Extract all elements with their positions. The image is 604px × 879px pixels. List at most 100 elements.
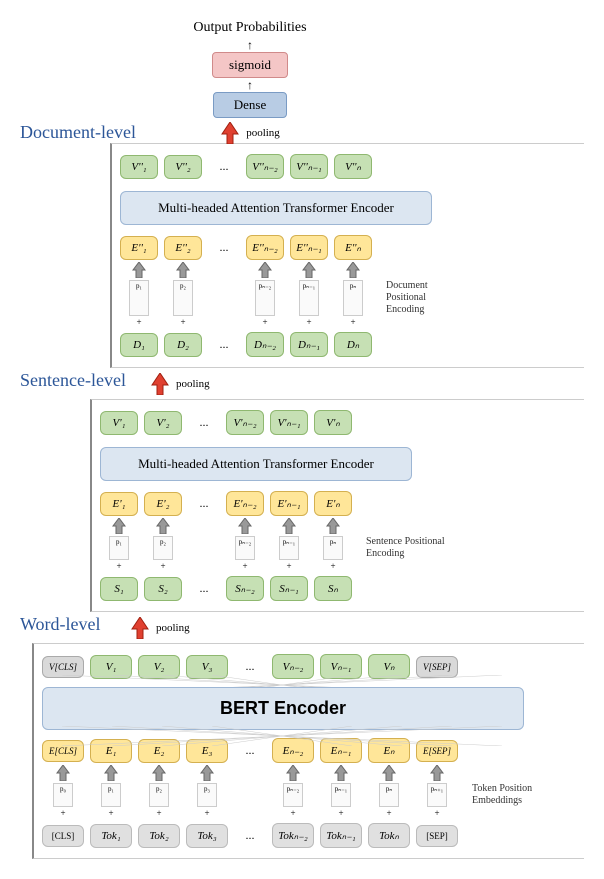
arrow-up-icon: ↑: [247, 80, 253, 90]
word-level-block: V[CLS] V₁ V₂ V₃ ... Vₙ₋₂ Vₙ₋₁ Vₙ V[SEP] …: [32, 643, 584, 859]
tok-cell: Tokₙ: [368, 823, 410, 848]
v-cell: V'₁: [100, 411, 138, 435]
s-cell: S₂: [144, 577, 182, 601]
pe-box: pₙ₋₂: [255, 280, 275, 316]
v-cell: V''₂: [164, 155, 202, 179]
word-pe-row: p₀ p₁ p₂ p₃ pₙ₋₂ pₙ₋₁ pₙ pₙ₊₁ Token Posi…: [42, 783, 584, 807]
pe-box: pₙ₋₂: [235, 536, 255, 560]
pooling-label: pooling: [176, 378, 210, 390]
pooling-label: pooling: [246, 127, 280, 139]
e-cell: E''₂: [164, 236, 202, 260]
gray-arrow-up-icon: [282, 518, 296, 534]
d-cell: D₁: [120, 333, 158, 357]
sentence-level-block: V'₁ V'₂ ... V'ₙ₋₂ V'ₙ₋₁ V'ₙ Multi-headed…: [90, 399, 584, 612]
bert-encoder: BERT Encoder: [42, 687, 524, 730]
pe-box: p₁: [129, 280, 149, 316]
doc-pe-label: Document Positional Encoding: [386, 280, 466, 316]
gray-arrow-up-icon: [326, 518, 340, 534]
v-cell: V'ₙ: [314, 410, 352, 435]
red-arrow-up-icon: [130, 617, 150, 639]
arrow-row: [120, 262, 584, 278]
ellipsis: ...: [208, 159, 240, 174]
ellipsis: ...: [188, 415, 220, 430]
doc-d-row: D₁ D₂ ... Dₙ₋₂ Dₙ₋₁ Dₙ: [120, 332, 584, 357]
gray-arrow-up-icon: [56, 765, 70, 781]
architecture-diagram: Output Probabilities ↑ sigmoid ↑ Dense p…: [20, 20, 584, 859]
d-cell: D₂: [164, 333, 202, 357]
tok-cell: Tokₙ₋₂: [272, 823, 314, 848]
gray-arrow-up-icon: [104, 765, 118, 781]
e-cell: E''ₙ₋₁: [290, 235, 328, 260]
v-cell: V'₂: [144, 411, 182, 435]
pe-box: p₀: [53, 783, 73, 807]
red-arrow-up-icon: [220, 122, 240, 144]
sent-pe-label: Sentence Positional Encoding: [366, 536, 446, 560]
ellipsis: ...: [188, 581, 220, 596]
transformer-encoder: Multi-headed Attention Transformer Encod…: [100, 447, 412, 481]
pooling-row: pooling: [130, 617, 584, 639]
doc-e-row: E''₁ E''₂ ... E''ₙ₋₂ E''ₙ₋₁ E''ₙ: [120, 235, 584, 260]
red-arrow-up-icon: [150, 373, 170, 395]
pe-box: p₁: [101, 783, 121, 807]
gray-arrow-up-icon: [238, 518, 252, 534]
gray-arrow-up-icon: [152, 765, 166, 781]
gray-arrow-up-icon: [302, 262, 316, 278]
tok-pe-label: Token Position Embeddings: [472, 783, 542, 807]
ellipsis: ...: [208, 337, 240, 352]
pe-box: pₙ₊₁: [427, 783, 447, 807]
sent-v-row: V'₁ V'₂ ... V'ₙ₋₂ V'ₙ₋₁ V'ₙ: [100, 410, 584, 435]
document-level-label: Document-level: [20, 122, 584, 143]
tok-cell: Tok₁: [90, 824, 132, 848]
ellipsis: ...: [234, 659, 266, 674]
e-cell: E'ₙ: [314, 491, 352, 516]
s-cell: S₁: [100, 577, 138, 601]
pooling-label: pooling: [156, 622, 190, 634]
transformer-encoder: Multi-headed Attention Transformer Encod…: [120, 191, 432, 225]
d-cell: Dₙ: [334, 332, 372, 357]
sent-s-row: S₁ S₂ ... Sₙ₋₂ Sₙ₋₁ Sₙ: [100, 576, 584, 601]
gray-arrow-up-icon: [176, 262, 190, 278]
s-cell: Sₙ₋₁: [270, 576, 308, 601]
gray-arrow-up-icon: [200, 765, 214, 781]
v-cell: V''ₙ₋₂: [246, 154, 284, 179]
dense-box: Dense: [213, 92, 288, 118]
gray-arrow-up-icon: [430, 765, 444, 781]
e-cell: E''ₙ₋₂: [246, 235, 284, 260]
e-cell: E''₁: [120, 236, 158, 260]
e-cell: E''ₙ: [334, 235, 372, 260]
pe-box: p₃: [197, 783, 217, 807]
tok-cell: Tok₃: [186, 824, 228, 848]
ellipsis: ...: [234, 828, 266, 843]
s-cell: Sₙ: [314, 576, 352, 601]
arrow-row: [100, 518, 584, 534]
pe-box: pₙ: [343, 280, 363, 316]
sent-pe-row: p₁ p₂ pₙ₋₂ pₙ₋₁ pₙ Sentence Positional E…: [100, 536, 584, 560]
tok-cell: Tokₙ₋₁: [320, 823, 362, 848]
pe-box: pₙ: [323, 536, 343, 560]
gray-arrow-up-icon: [382, 765, 396, 781]
pe-box: p₁: [109, 536, 129, 560]
ellipsis: ...: [188, 496, 220, 511]
gray-arrow-up-icon: [258, 262, 272, 278]
arrow-row: [42, 765, 584, 781]
word-tok-row: [CLS] Tok₁ Tok₂ Tok₃ ... Tokₙ₋₂ Tokₙ₋₁ T…: [42, 823, 584, 848]
e-cell: E'ₙ₋₂: [226, 491, 264, 516]
pe-box: pₙ₋₁: [331, 783, 351, 807]
pe-box: pₙ₋₂: [283, 783, 303, 807]
gray-arrow-up-icon: [334, 765, 348, 781]
arrow-up-icon: ↑: [247, 40, 253, 50]
doc-pe-row: p₁ p₂ pₙ₋₂ pₙ₋₁ pₙ Document Positional E…: [120, 280, 584, 316]
v-cell: V''ₙ: [334, 154, 372, 179]
pe-box: p₂: [173, 280, 193, 316]
gray-arrow-up-icon: [286, 765, 300, 781]
doc-v-row: V''₁ V''₂ ... V''ₙ₋₂ V''ₙ₋₁ V''ₙ: [120, 154, 584, 179]
d-cell: Dₙ₋₁: [290, 332, 328, 357]
pe-box: pₙ: [379, 783, 399, 807]
v-cell: V'ₙ₋₁: [270, 410, 308, 435]
gray-arrow-up-icon: [156, 518, 170, 534]
pe-box: pₙ₋₁: [299, 280, 319, 316]
gray-arrow-up-icon: [112, 518, 126, 534]
pe-box: p₂: [149, 783, 169, 807]
pooling-row: pooling: [150, 373, 584, 395]
pe-box: p₂: [153, 536, 173, 560]
